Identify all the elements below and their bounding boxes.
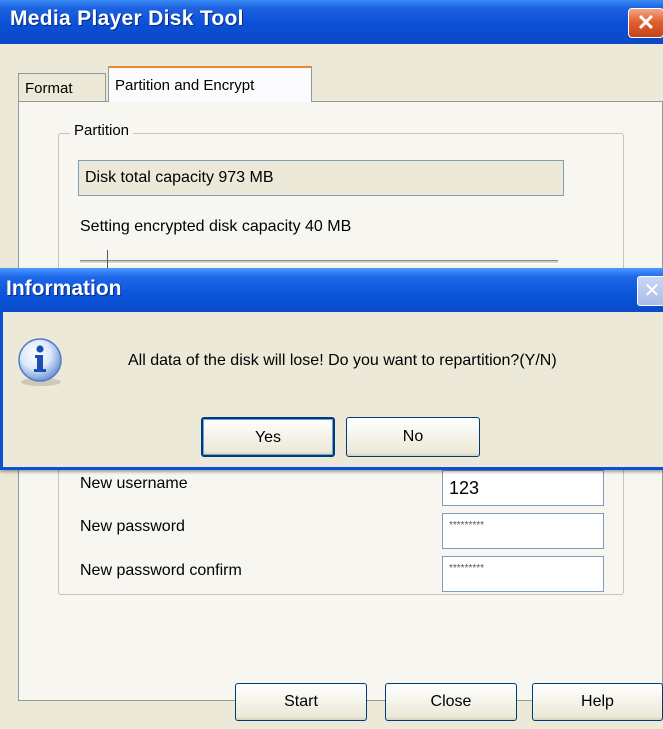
disk-capacity-field: Disk total capacity 973 MB <box>78 160 564 196</box>
no-button[interactable]: No <box>346 417 480 457</box>
tab-partition-and-encrypt[interactable]: Partition and Encrypt <box>108 66 312 102</box>
new-password-label: New password <box>80 518 185 535</box>
encrypted-capacity-label: Setting encrypted disk capacity 40 MB <box>80 218 352 235</box>
help-button[interactable]: Help <box>532 683 663 721</box>
close-icon: ✕ <box>636 10 656 35</box>
dialog-close-button[interactable]: ✕ <box>637 276 663 306</box>
new-username-input[interactable]: 123 <box>442 470 604 506</box>
window-close-button[interactable]: ✕ <box>628 8 663 38</box>
close-icon: ✕ <box>643 280 661 302</box>
start-button[interactable]: Start <box>235 683 367 721</box>
window-title: Media Player Disk Tool <box>10 7 244 30</box>
dialog-message: All data of the disk will lose! Do you w… <box>128 352 557 369</box>
new-password-input[interactable]: ********* <box>442 513 604 549</box>
new-username-label: New username <box>80 475 188 492</box>
dialog-title: Information <box>6 277 122 300</box>
tab-format[interactable]: Format <box>18 73 106 101</box>
capacity-slider-thumb[interactable] <box>107 250 118 270</box>
new-password-confirm-label: New password confirm <box>80 562 242 579</box>
close-button[interactable]: Close <box>385 683 517 721</box>
partition-group-legend: Partition <box>70 122 134 139</box>
capacity-slider-track[interactable] <box>80 260 558 264</box>
info-icon <box>14 336 66 388</box>
yes-button[interactable]: Yes <box>201 417 335 457</box>
new-password-confirm-input[interactable]: ********* <box>442 556 604 592</box>
